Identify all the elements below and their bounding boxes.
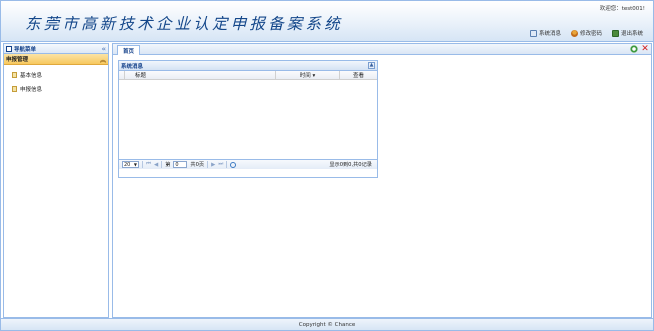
document-icon <box>12 86 17 92</box>
page-size-value: 20 <box>124 161 131 168</box>
first-page-icon[interactable]: ⏮ <box>146 161 151 168</box>
change-password-label: 修改密码 <box>579 31 602 37</box>
sidebar-item-basic-info[interactable]: 基本信息 <box>4 68 108 82</box>
copyright-text: Copyright © Chance <box>298 321 356 328</box>
grid-body <box>119 80 377 159</box>
navigation-title: 导航菜单 <box>14 46 37 53</box>
message-icon <box>529 29 537 37</box>
page-total: 共0页 <box>190 162 205 168</box>
sidebar-item-label: 基本信息 <box>20 73 43 79</box>
collapse-panel-icon[interactable]: ▲ <box>368 62 375 69</box>
pagination-bar: 20 ▼ ⏮ ◀ 第 0 共0页 ▶ ⏭ 显示0到0,共0记录 <box>119 159 377 169</box>
navigation-icon <box>6 45 12 52</box>
logout-label: 退出系统 <box>620 31 643 37</box>
refresh-icon[interactable] <box>630 45 638 53</box>
close-icon[interactable]: ✕ <box>641 45 649 54</box>
column-time[interactable]: 时间 ▾ <box>276 71 340 79</box>
chevron-down-icon: ▼ <box>133 162 137 167</box>
exit-icon <box>611 29 619 37</box>
reload-icon[interactable] <box>230 161 237 168</box>
tab-home[interactable]: 首页 <box>117 45 141 55</box>
system-message-panel: 系统消息 ▲ 标题 时间 ▾ 查看 20 ▼ ⏮ ◀ 第 0 共0页 ▶ ⏭ 显… <box>118 60 378 178</box>
navigation-panel: 导航菜单 « 申报管理 ︽ 基本信息 申报信息 <box>3 43 109 318</box>
column-view[interactable]: 查看 <box>340 71 377 79</box>
message-panel-header: 系统消息 ▲ <box>119 61 377 71</box>
next-page-icon[interactable]: ▶ <box>211 162 215 168</box>
main-content: 首页 ✕ 系统消息 ▲ 标题 时间 ▾ 查看 20 ▼ ⏮ ◀ 第 0 共0页 … <box>112 43 652 318</box>
sidebar-item-declaration-info[interactable]: 申报信息 <box>4 82 108 96</box>
pagination-info: 显示0到0,共0记录 <box>329 162 372 168</box>
app-window: 东莞市高新技术企业认定申报备案系统 欢迎您：test001! 系统消息 修改密码… <box>0 0 654 331</box>
separator <box>207 161 209 168</box>
header-links: 系统消息 修改密码 退出系统 <box>529 29 643 37</box>
previous-page-icon[interactable]: ◀ <box>154 162 158 168</box>
separator <box>161 161 163 168</box>
menu-list: 基本信息 申报信息 <box>4 68 108 96</box>
footer: Copyright © Chance <box>1 318 653 330</box>
logout-link[interactable]: 退出系统 <box>611 29 643 37</box>
page-prefix: 第 <box>165 162 171 168</box>
page-number-input[interactable]: 0 <box>173 161 188 168</box>
navigation-panel-header: 导航菜单 « <box>4 44 108 54</box>
user-key-icon <box>570 29 578 37</box>
last-page-icon[interactable]: ⏭ <box>218 161 223 168</box>
sidebar-item-label: 申报信息 <box>20 87 43 93</box>
accordion-title: 申报管理 <box>6 57 29 63</box>
separator <box>142 161 143 168</box>
document-icon <box>12 72 17 78</box>
chevron-up-icon[interactable]: ︽ <box>100 55 106 64</box>
grid-header: 标题 时间 ▾ 查看 <box>119 71 377 80</box>
message-panel-title: 系统消息 <box>121 63 144 70</box>
tab-bar: 首页 ✕ <box>113 44 651 55</box>
app-title: 东莞市高新技术企业认定申报备案系统 <box>25 15 343 33</box>
separator <box>226 161 228 168</box>
header: 东莞市高新技术企业认定申报备案系统 欢迎您：test001! 系统消息 修改密码… <box>1 1 653 42</box>
page-size-select[interactable]: 20 ▼ <box>122 161 139 168</box>
system-message-label: 系统消息 <box>538 31 561 37</box>
tab-tools: ✕ <box>630 45 649 54</box>
collapse-left-icon[interactable]: « <box>101 45 106 53</box>
column-title[interactable]: 标题 <box>125 71 276 79</box>
accordion-header-declaration[interactable]: 申报管理 ︽ <box>4 54 108 65</box>
system-message-link[interactable]: 系统消息 <box>529 29 561 37</box>
change-password-link[interactable]: 修改密码 <box>570 29 602 37</box>
welcome-text: 欢迎您：test001! <box>599 6 645 12</box>
